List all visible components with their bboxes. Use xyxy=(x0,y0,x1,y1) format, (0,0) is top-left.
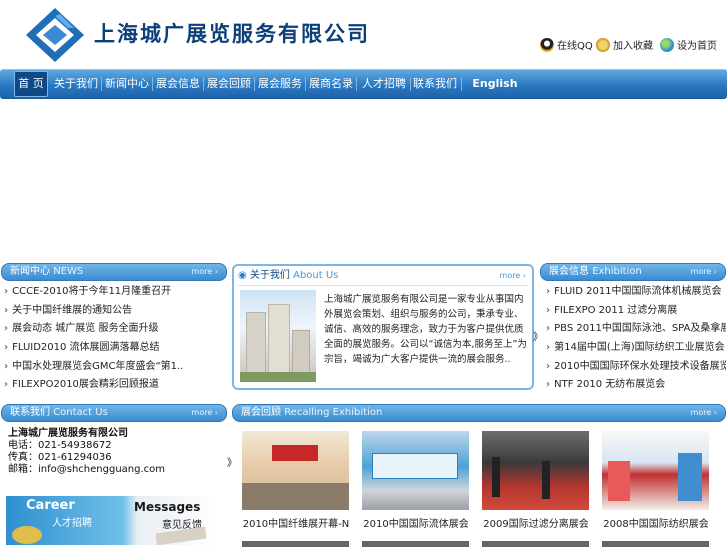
nav-divider xyxy=(461,77,462,91)
exhibition-photo[interactable] xyxy=(602,431,709,510)
news-item[interactable]: 展会动态 城广展览 服务全面升级 xyxy=(4,320,226,339)
about-panel-header: ◉ 关于我们 About Us more › xyxy=(238,268,530,284)
exhibition-photo-partial[interactable] xyxy=(242,541,349,547)
news-item[interactable]: 关于中国纤维展的通知公告 xyxy=(4,302,226,321)
exhibition-list: FLUID 2011中国国际流体机械展览会 FILEXPO 2011 过滤分离展… xyxy=(546,283,726,395)
about-title-cn: 关于我们 xyxy=(249,270,290,281)
recalling-panel-header: 展会回顾 Recalling Exhibition more › xyxy=(232,404,726,422)
exhibition-photo[interactable] xyxy=(242,431,349,510)
exhibition-photo-partial[interactable] xyxy=(602,541,709,547)
nav-exhibitors[interactable]: 展商名录 xyxy=(309,70,353,98)
news-panel-header: 新闻中心 NEWS more › xyxy=(1,263,227,281)
exhibition-title-en: Exhibition xyxy=(592,266,642,277)
nav-about[interactable]: 关于我们 xyxy=(54,70,98,98)
online-qq-label: 在线QQ xyxy=(557,41,593,52)
exhibition-item[interactable]: 第14届中国(上海)国际纺织工业展览会 xyxy=(546,339,726,358)
nav-services[interactable]: 展会服务 xyxy=(258,70,302,98)
messages-label-en[interactable]: Messages xyxy=(134,500,200,514)
exhibition-photo[interactable] xyxy=(362,431,469,510)
nav-careers[interactable]: 人才招聘 xyxy=(360,70,408,98)
exhibition-more-link[interactable]: more › xyxy=(691,264,717,280)
nav-exhibition-review[interactable]: 展会回顾 xyxy=(207,70,251,98)
qq-penguin-icon xyxy=(540,37,554,52)
company-name: 上海城广展览服务有限公司 xyxy=(94,22,370,46)
coin-decoration xyxy=(12,526,42,544)
contact-title-cn: 联系我们 xyxy=(10,407,50,418)
add-favorite-link[interactable]: 加入收藏 xyxy=(596,37,653,52)
main-navigation: 首 页 关于我们 新闻中心 展会信息 展会回顾 展会服务 展商名录 人才招聘 联… xyxy=(0,69,727,99)
about-text: 上海城广展览服务有限公司是一家专业从事国内外展览会策划、组织与服务的公司，秉承专… xyxy=(324,294,527,365)
contact-more-link[interactable]: more › xyxy=(192,405,218,421)
recalling-more-link[interactable]: more › xyxy=(691,405,717,421)
about-panel: ◉ 关于我们 About Us more › 上海城广展览服务有限公司是一家专业… xyxy=(232,264,534,390)
about-title-en: About Us xyxy=(293,270,339,281)
contact-phone: 电话：021-54938672 xyxy=(8,440,112,451)
news-item[interactable]: 中国水处理展览会GMC年度盛会“第1.. xyxy=(4,358,226,377)
exhibition-panel-header: 展会信息 Exhibition more › xyxy=(540,263,726,281)
exhibition-item[interactable]: NTF 2010 无纺布展览会 xyxy=(546,376,726,395)
contact-title-en: Contact Us xyxy=(53,407,108,418)
news-list: CCCE-2010将于今年11月隆重召开 关于中国纤维展的通知公告 展会动态 城… xyxy=(4,283,226,395)
news-title-en: NEWS xyxy=(53,266,84,277)
set-homepage-link[interactable]: 设为首页 xyxy=(660,37,717,52)
news-title-cn: 新闻中心 xyxy=(10,266,50,277)
about-expand-arrow[interactable]: 》 xyxy=(533,328,543,343)
favorite-icon xyxy=(596,37,610,52)
news-item[interactable]: CCCE-2010将于今年11月隆重召开 xyxy=(4,283,226,302)
recalling-title-cn: 展会回顾 xyxy=(241,407,281,418)
exhibition-caption[interactable]: 2009国际过滤分离展会 xyxy=(476,515,596,530)
news-more-link[interactable]: more › xyxy=(192,264,218,280)
company-logo[interactable] xyxy=(24,6,86,64)
exhibition-title-cn: 展会信息 xyxy=(549,266,589,277)
nav-divider xyxy=(305,77,306,91)
contact-info: 上海城广展览服务有限公司 电话：021-54938672 传真：021-6129… xyxy=(8,428,165,476)
nav-divider xyxy=(356,77,357,91)
add-favorite-label: 加入收藏 xyxy=(613,41,653,52)
exhibition-photo[interactable] xyxy=(482,431,589,510)
contact-email[interactable]: 邮箱：info@shchengguang.com xyxy=(8,464,165,476)
contact-company: 上海城广展览服务有限公司 xyxy=(8,428,128,439)
contact-expand-arrow[interactable]: 》 xyxy=(227,454,237,469)
nav-exhibition-info[interactable]: 展会信息 xyxy=(156,70,200,98)
about-divider xyxy=(238,285,528,286)
online-qq-link[interactable]: 在线QQ xyxy=(540,37,593,52)
nav-divider xyxy=(152,77,153,91)
nav-english[interactable]: English xyxy=(466,70,524,98)
about-more-link[interactable]: more › xyxy=(500,268,526,284)
building-photo xyxy=(240,290,316,382)
set-homepage-label: 设为首页 xyxy=(677,41,717,52)
exhibition-item[interactable]: 2010中国国际环保水处理技术设备展览会 xyxy=(546,358,726,377)
contact-panel-header: 联系我们 Contact Us more › xyxy=(1,404,227,422)
contact-fax: 传真：021-61294036 xyxy=(8,452,112,463)
news-item[interactable]: FILEXPO2010展会精彩回顾报道 xyxy=(4,376,226,395)
recalling-title-en: Recalling Exhibition xyxy=(284,407,383,418)
news-item[interactable]: FLUID2010 流体展圆满落幕总结 xyxy=(4,339,226,358)
nav-home[interactable]: 首 页 xyxy=(14,71,48,97)
exhibition-photo-partial[interactable] xyxy=(362,541,469,547)
nav-divider xyxy=(410,77,411,91)
exhibition-photo-partial[interactable] xyxy=(482,541,589,547)
exhibition-caption[interactable]: 2010中国国际流体展会 xyxy=(356,515,476,530)
nav-contact[interactable]: 联系我们 xyxy=(413,70,457,98)
nav-divider xyxy=(254,77,255,91)
nav-divider xyxy=(101,77,102,91)
career-messages-banner[interactable]: Career 人才招聘 Messages 意见反馈 xyxy=(6,496,218,545)
nav-divider xyxy=(203,77,204,91)
exhibition-item[interactable]: FILEXPO 2011 过滤分离展 xyxy=(546,302,726,321)
bullet-icon: ◉ xyxy=(238,270,247,281)
exhibition-item[interactable]: PBS 2011中国国际泳池、SPA及桑拿展 xyxy=(546,320,726,339)
exhibition-caption[interactable]: 2008中国国际纺织展会 xyxy=(596,515,716,530)
career-label-en[interactable]: Career xyxy=(26,498,75,513)
exhibition-item[interactable]: FLUID 2011中国国际流体机械展览会 xyxy=(546,283,726,302)
globe-icon xyxy=(660,37,674,52)
career-label-cn[interactable]: 人才招聘 xyxy=(52,514,92,529)
nav-news[interactable]: 新闻中心 xyxy=(105,70,149,98)
exhibition-caption[interactable]: 2010中国纤维展开幕-N xyxy=(236,515,356,530)
